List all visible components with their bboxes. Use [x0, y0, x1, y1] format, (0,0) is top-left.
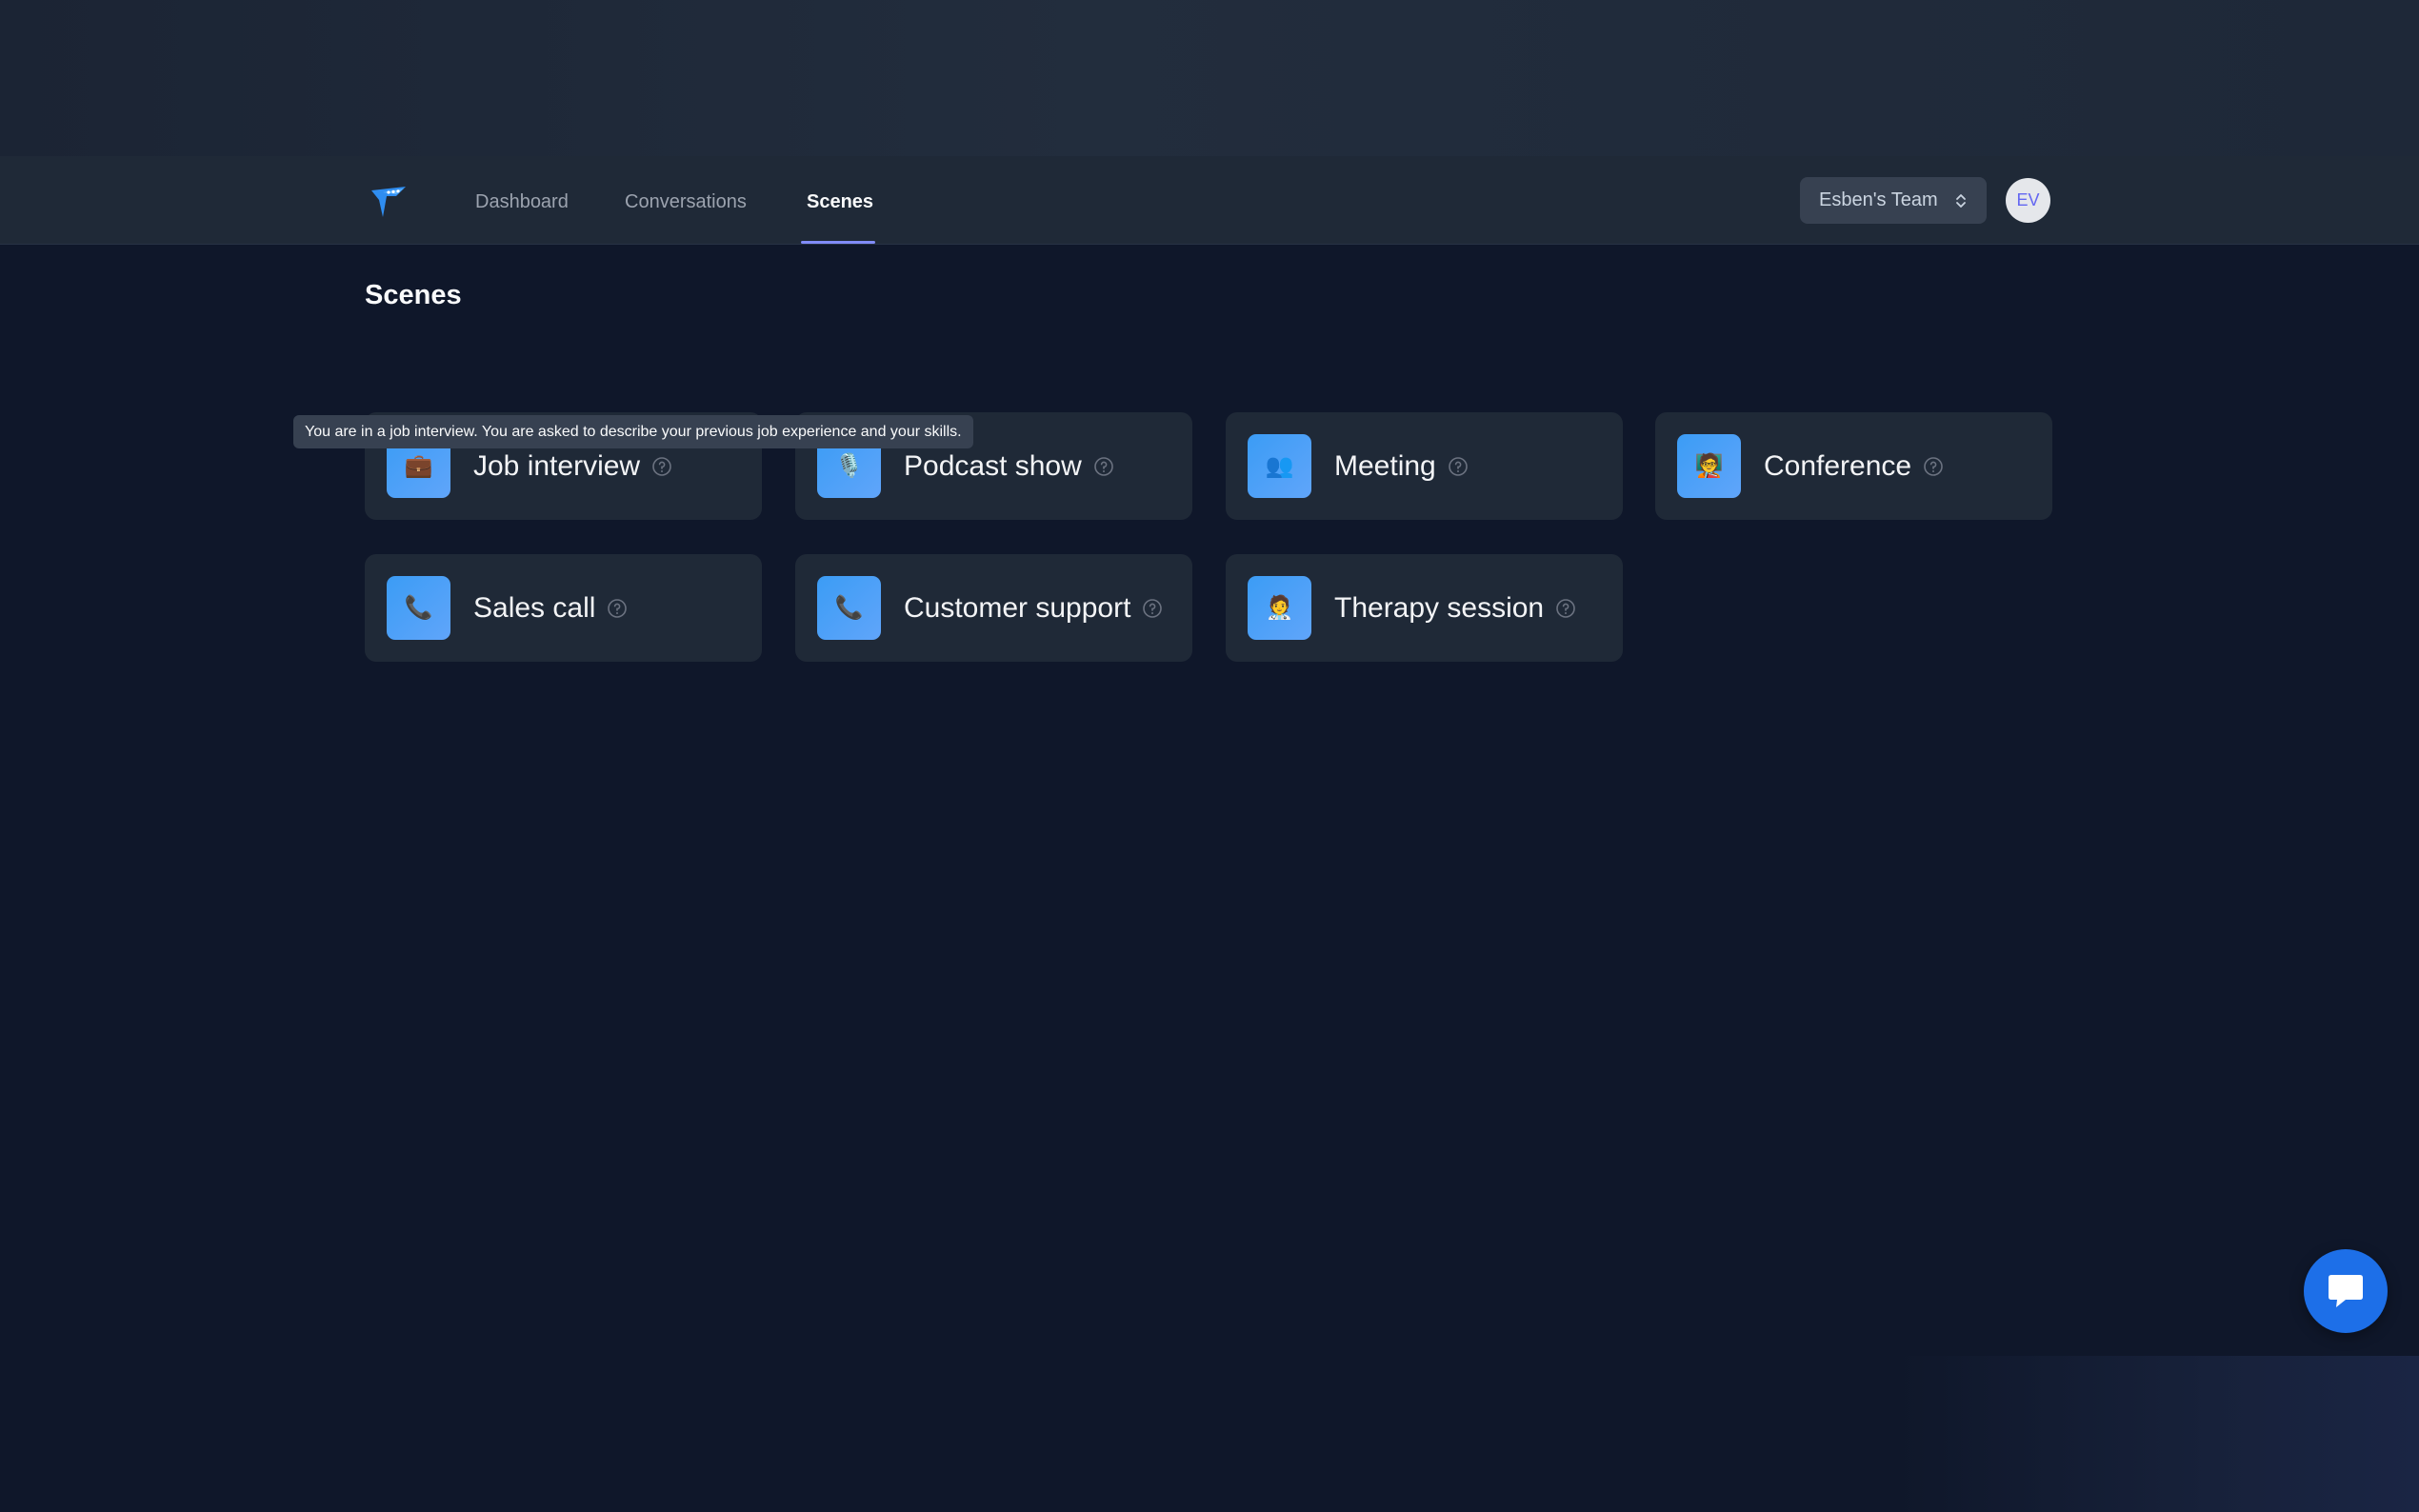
- scene-card-therapy-session[interactable]: 🧑‍⚕️ Therapy session: [1226, 554, 1623, 662]
- corner-background-glow: [1895, 1356, 2419, 1512]
- scene-card-meeting[interactable]: 👥 Meeting: [1226, 412, 1623, 520]
- scene-label: Conference: [1764, 449, 1912, 482]
- team-selector[interactable]: Esben's Team: [1800, 177, 1987, 224]
- presenter-icon: 🧑‍🏫: [1677, 434, 1741, 498]
- health-worker-icon: 🧑‍⚕️: [1248, 576, 1311, 640]
- question-circle-icon[interactable]: [1093, 456, 1114, 477]
- scene-label: Customer support: [904, 591, 1131, 624]
- phone-icon: 📞: [387, 576, 450, 640]
- question-circle-icon[interactable]: [607, 598, 628, 619]
- scene-label: Meeting: [1334, 449, 1436, 482]
- scene-description-tooltip: You are in a job interview. You are aske…: [293, 415, 973, 448]
- user-avatar[interactable]: EV: [2006, 178, 2050, 223]
- scene-card-conference[interactable]: 🧑‍🏫 Conference: [1655, 412, 2052, 520]
- top-navigation-bar: [0, 156, 2419, 245]
- question-circle-icon[interactable]: [1923, 456, 1944, 477]
- nav-link-scenes[interactable]: Scenes: [807, 187, 873, 217]
- scene-label: Job interview: [473, 449, 641, 482]
- scene-card-sales-call[interactable]: 📞 Sales call: [365, 554, 762, 662]
- avatar-initials: EV: [2016, 190, 2040, 209]
- chat-widget-button[interactable]: [2304, 1249, 2388, 1333]
- page-title: Scenes: [365, 280, 462, 310]
- chevron-up-down-icon: [1956, 193, 1966, 208]
- question-circle-icon[interactable]: [1142, 598, 1163, 619]
- scene-label: Podcast show: [904, 449, 1082, 482]
- app-logo-icon[interactable]: [370, 183, 408, 221]
- top-background-band: [0, 0, 2419, 156]
- question-circle-icon[interactable]: [1448, 456, 1469, 477]
- active-tab-indicator: [801, 241, 875, 244]
- team-selector-label: Esben's Team: [1819, 189, 1938, 210]
- nav-link-dashboard[interactable]: Dashboard: [475, 187, 569, 217]
- scene-label: Therapy session: [1334, 591, 1545, 624]
- phone-icon: 📞: [817, 576, 881, 640]
- scene-card-customer-support[interactable]: 📞 Customer support: [795, 554, 1192, 662]
- nav-link-conversations[interactable]: Conversations: [625, 187, 747, 217]
- people-icon: 👥: [1248, 434, 1311, 498]
- scene-label: Sales call: [473, 591, 596, 624]
- question-circle-icon[interactable]: [1555, 598, 1576, 619]
- chat-bubble-icon: [2329, 1275, 2363, 1307]
- question-circle-icon[interactable]: [651, 456, 672, 477]
